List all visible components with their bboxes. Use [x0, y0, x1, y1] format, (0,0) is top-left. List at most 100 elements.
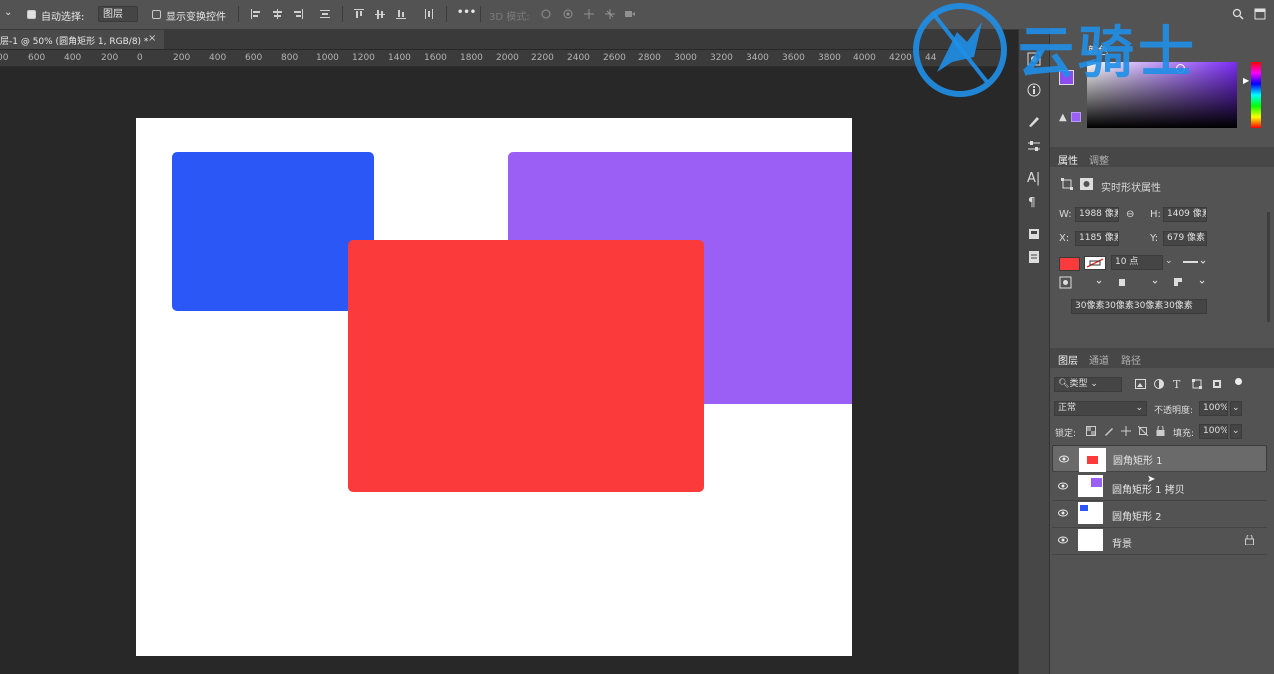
y-field[interactable]: 679 像素: [1163, 231, 1207, 246]
tab-channels[interactable]: 通道: [1089, 352, 1109, 367]
layer-thumbnail: [1079, 448, 1106, 472]
filter-type-icon[interactable]: T: [1173, 378, 1180, 391]
paragraph-icon[interactable]: ¶: [1028, 195, 1036, 209]
pan-3d-icon[interactable]: [583, 8, 595, 20]
layer-name: 圆角矩形 1: [1113, 456, 1163, 467]
stroke-width-field[interactable]: 10 点: [1111, 255, 1163, 270]
slide-3d-icon[interactable]: [604, 8, 616, 20]
ruler-label: 4000: [853, 53, 876, 63]
width-field[interactable]: 1988 像素: [1075, 207, 1119, 222]
websafe-color-swatch[interactable]: [1071, 112, 1081, 122]
notes-icon[interactable]: [1027, 250, 1041, 267]
workspace-icon[interactable]: [1254, 8, 1266, 20]
ruler-label: 3800: [818, 53, 841, 63]
ruler-label: 4200: [889, 53, 912, 63]
rounded-rect-1[interactable]: [348, 240, 704, 492]
filter-adjustment-icon[interactable]: [1154, 379, 1164, 392]
layer-row[interactable]: 背景: [1052, 527, 1267, 555]
opacity-dropdown[interactable]: ⌄: [1230, 401, 1242, 416]
stroke-caps-dropdown[interactable]: [1115, 276, 1161, 289]
align-right-icon[interactable]: [292, 8, 304, 20]
x-field[interactable]: 1185 像素: [1075, 231, 1119, 246]
layer-thumbnail: [1078, 475, 1103, 497]
close-tab-button[interactable]: ×: [148, 33, 156, 44]
auto-select-dropdown[interactable]: 图层 ⌄: [98, 6, 138, 36]
layer-row[interactable]: 圆角矩形 1: [1052, 445, 1267, 472]
opacity-field[interactable]: 100%: [1199, 401, 1228, 416]
brush-settings-icon[interactable]: [1027, 114, 1041, 131]
fill-field[interactable]: 100%: [1199, 424, 1228, 439]
blend-mode-dropdown[interactable]: 正常 ⌄: [1054, 401, 1147, 416]
rounded-rect-2[interactable]: [172, 152, 374, 311]
auto-select-checkbox[interactable]: [27, 10, 36, 19]
fill-dropdown[interactable]: ⌄: [1230, 424, 1242, 439]
align-middle-icon[interactable]: [374, 8, 386, 20]
tab-layers[interactable]: 图层: [1058, 352, 1078, 367]
align-top-icon[interactable]: [353, 8, 365, 20]
stroke-align-dropdown[interactable]: [1059, 276, 1105, 289]
ruler-label: 800: [281, 53, 299, 63]
scale-3d-icon[interactable]: [624, 8, 636, 20]
hue-slider-handle[interactable]: ▶: [1243, 76, 1249, 85]
stroke-color-swatch[interactable]: [1084, 256, 1106, 270]
more-options-button[interactable]: •••: [457, 7, 476, 18]
lock-label: 锁定:: [1055, 429, 1077, 439]
adjust-sliders-icon[interactable]: [1027, 139, 1041, 156]
libraries-icon[interactable]: [1027, 227, 1041, 244]
hue-slider[interactable]: [1251, 62, 1261, 128]
show-transform-checkbox[interactable]: [152, 10, 161, 19]
properties-scrollbar[interactable]: [1267, 212, 1270, 322]
filter-pixel-icon[interactable]: [1135, 379, 1146, 392]
lock-all-icon[interactable]: [1156, 425, 1165, 439]
auto-select-value: 图层: [103, 9, 123, 20]
eye-icon[interactable]: [1058, 482, 1068, 490]
align-left-icon[interactable]: [250, 8, 262, 20]
filter-toggle-icon[interactable]: [1235, 378, 1242, 385]
layer-filter-dropdown[interactable]: 🔍︎类型 ⌄: [1054, 377, 1122, 392]
character-icon[interactable]: A|: [1027, 171, 1040, 186]
ruler-label: 3000: [674, 53, 697, 63]
search-icon[interactable]: [1232, 8, 1244, 20]
filter-shape-icon[interactable]: [1192, 379, 1202, 392]
tab-adjustments[interactable]: 调整: [1089, 152, 1109, 167]
orbit-3d-icon[interactable]: [540, 8, 552, 20]
align-bottom-icon[interactable]: [395, 8, 407, 20]
height-field[interactable]: 1409 像素: [1163, 207, 1207, 222]
lock-pixels-icon[interactable]: [1104, 426, 1114, 439]
eye-icon[interactable]: [1058, 509, 1068, 517]
ruler-label: 1400: [388, 53, 411, 63]
lock-transparency-icon[interactable]: [1086, 426, 1096, 439]
document-tab[interactable]: 层-1 @ 50% (圆角矩形 1, RGB/8) * ×: [0, 30, 164, 49]
filter-type-label: 类型: [1069, 379, 1088, 389]
horizontal-ruler: 0060040020002004006008001000120014001600…: [0, 50, 1003, 67]
corner-radius-field[interactable]: 30像素30像素30像素30像素: [1071, 299, 1207, 314]
layers-panel-header: 图层 通道 路径: [1050, 348, 1274, 368]
tab-paths[interactable]: 路径: [1121, 352, 1141, 367]
separator: [446, 6, 447, 22]
distribute-vertical-icon[interactable]: [319, 8, 331, 20]
layer-row[interactable]: 圆角矩形 2: [1052, 500, 1267, 528]
ruler-label: 600: [245, 53, 263, 63]
layer-row[interactable]: 圆角矩形 1 拷贝: [1052, 473, 1267, 501]
filter-smart-object-icon[interactable]: [1212, 379, 1222, 392]
eye-icon[interactable]: [1058, 536, 1068, 544]
live-shape-properties-label: 实时形状属性: [1101, 183, 1161, 194]
fill-color-swatch[interactable]: [1059, 257, 1080, 271]
lock-artboard-icon[interactable]: [1137, 425, 1149, 439]
tab-properties[interactable]: 属性: [1058, 152, 1078, 167]
ruler-label: 2200: [531, 53, 554, 63]
stroke-type-dropdown[interactable]: [1182, 256, 1207, 269]
eye-icon[interactable]: [1059, 455, 1069, 463]
distribute-horizontal-icon[interactable]: [423, 8, 435, 20]
separator: [480, 6, 481, 22]
align-center-icon[interactable]: [271, 8, 283, 20]
tool-preset-dropdown[interactable]: ⌄: [4, 7, 12, 18]
x-label: X:: [1059, 233, 1070, 244]
lock-icon: [1245, 535, 1254, 545]
roll-3d-icon[interactable]: [562, 8, 574, 20]
chevron-down-icon[interactable]: ⌄: [1165, 256, 1173, 266]
stroke-corners-dropdown[interactable]: [1172, 276, 1208, 289]
lock-position-icon[interactable]: [1121, 426, 1131, 439]
link-icon[interactable]: ⊖: [1126, 209, 1134, 220]
document-canvas[interactable]: [136, 118, 852, 656]
